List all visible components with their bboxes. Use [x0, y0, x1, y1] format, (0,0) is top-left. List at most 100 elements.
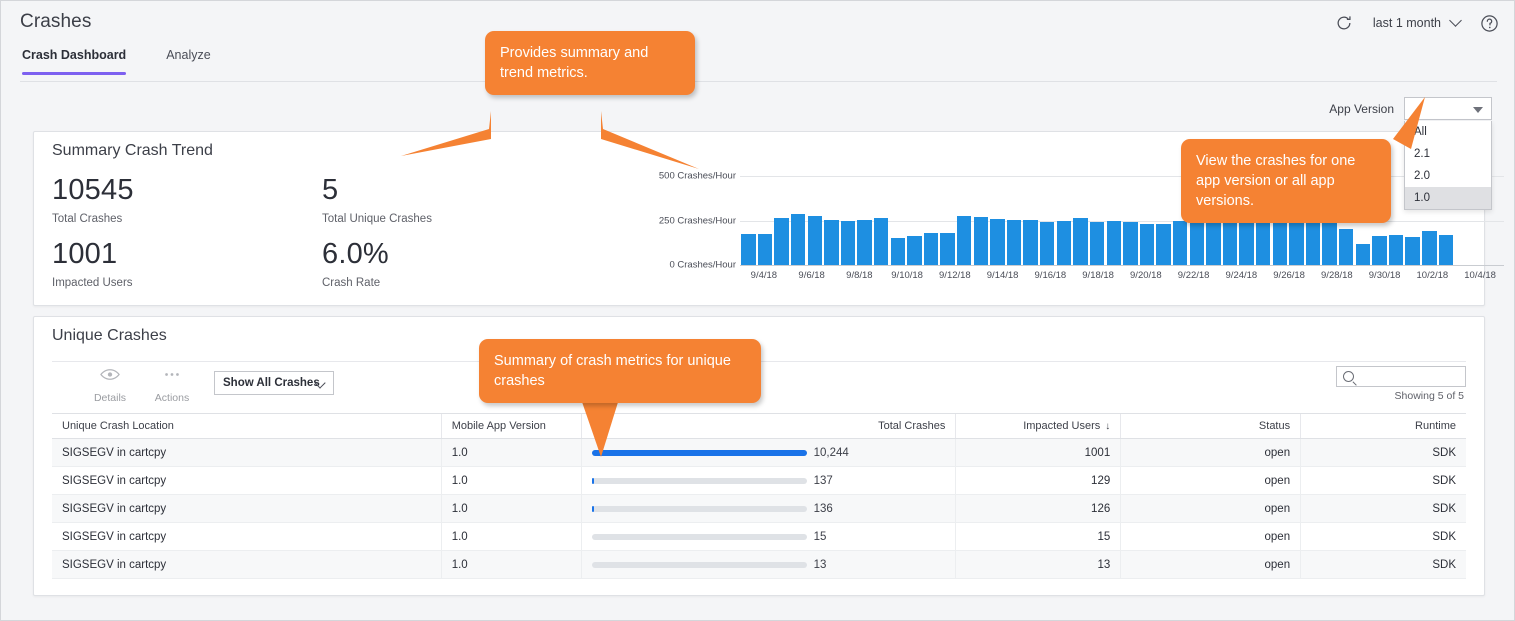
- chart-x-tick: 10/2/18: [1416, 270, 1449, 281]
- chart-x-axis-line: [740, 265, 1504, 266]
- help-icon[interactable]: [1478, 12, 1500, 34]
- table-row[interactable]: SIGSEGV in cartcpy 1.0 137 129 open SDK: [52, 467, 1466, 495]
- cell-runtime: SDK: [1432, 446, 1456, 459]
- chart-bar: [1339, 229, 1354, 265]
- cell-total-crashes: 136: [582, 495, 957, 522]
- column-header-impacted-users[interactable]: Impacted Users ↓: [956, 414, 1122, 438]
- kpi-impacted-users-label: Impacted Users: [52, 277, 133, 289]
- column-header-unique-crash-location[interactable]: Unique Crash Location: [52, 414, 442, 438]
- app-version-option-2-0[interactable]: 2.0: [1405, 165, 1491, 187]
- details-button[interactable]: Details: [82, 368, 138, 404]
- table-row[interactable]: SIGSEGV in cartcpy 1.0 13 13 open SDK: [52, 551, 1466, 579]
- tab-divider: [20, 81, 1497, 82]
- cell-mobile-app-version: 1.0: [442, 551, 582, 578]
- cell-runtime: SDK: [1432, 474, 1456, 487]
- showing-count: Showing 5 of 5: [1394, 390, 1464, 402]
- column-header-mobile-app-version[interactable]: Mobile App Version: [442, 414, 582, 438]
- chart-x-tick: 9/16/18: [1034, 270, 1067, 281]
- callout-summary-tails: [401, 111, 699, 169]
- chart-bar: [824, 219, 839, 265]
- kpi-crash-rate-label: Crash Rate: [322, 277, 381, 289]
- app-version-option-1-0[interactable]: 1.0: [1405, 187, 1491, 209]
- chart-x-tick: 9/18/18: [1082, 270, 1114, 281]
- table-row[interactable]: SIGSEGV in cartcpy 1.0 15 15 open SDK: [52, 523, 1466, 551]
- cell-mobile-app-version: 1.0: [442, 495, 582, 522]
- cell-unique-crash-location: SIGSEGV in cartcpy: [52, 551, 442, 578]
- chart-bar: [1156, 224, 1171, 265]
- total-crashes-bar-track: [591, 534, 807, 540]
- chart-bar: [957, 216, 972, 265]
- show-crashes-filter-value: Show All Crashes: [223, 377, 320, 389]
- tab-analyze[interactable]: Analyze: [164, 48, 212, 75]
- cell-impacted-users: 1001: [956, 439, 1122, 466]
- chart-x-tick: 10/4/18: [1464, 270, 1496, 281]
- cell-runtime: SDK: [1432, 530, 1456, 543]
- callout-unique-tail: [581, 399, 619, 457]
- status-badge: open: [1121, 551, 1302, 578]
- total-crashes-bar-fill: [591, 478, 595, 484]
- cell-unique-crash-location: SIGSEGV in cartcpy: [52, 523, 442, 550]
- table-row[interactable]: SIGSEGV in cartcpy 1.0 136 126 open SDK: [52, 495, 1466, 523]
- actions-label: Actions: [154, 392, 190, 404]
- actions-button[interactable]: Actions: [144, 368, 200, 404]
- total-crashes-value: 136: [813, 502, 833, 515]
- chart-x-tick: 9/12/18: [939, 270, 971, 281]
- eye-icon: [82, 368, 138, 386]
- total-crashes-value: 15: [813, 530, 827, 543]
- chart-bar: [1023, 219, 1038, 265]
- tab-crash-dashboard[interactable]: Crash Dashboard: [20, 48, 128, 75]
- kpi-total-unique-crashes-label: Total Unique Crashes: [322, 213, 432, 225]
- cell-impacted-users: 15: [956, 523, 1122, 550]
- cell-impacted-users: 13: [956, 551, 1122, 578]
- chart-x-tick: 9/4/18: [750, 270, 778, 281]
- sort-desc-icon: ↓: [1105, 420, 1111, 432]
- total-crashes-value: 137: [813, 474, 833, 487]
- chart-bar: [1272, 219, 1288, 265]
- chart-bar: [1123, 222, 1138, 265]
- chart-x-tick: 9/28/18: [1321, 270, 1353, 281]
- time-range-selector[interactable]: last 1 month: [1373, 14, 1462, 30]
- chevron-down-icon: [1449, 14, 1462, 27]
- show-crashes-filter-select[interactable]: Show All Crashes: [214, 371, 334, 395]
- kpi-total-crashes: 10545 Total Crashes: [52, 176, 134, 226]
- chart-x-tick: 9/26/18: [1273, 270, 1305, 281]
- chart-bar: [774, 218, 789, 265]
- refresh-icon[interactable]: [1333, 12, 1355, 34]
- status-badge: open: [1121, 467, 1302, 494]
- cell-unique-crash-location: SIGSEGV in cartcpy: [52, 439, 442, 466]
- total-crashes-value: 13: [813, 558, 827, 571]
- status-badge: open: [1121, 523, 1302, 550]
- tab-bar: Crash Dashboard Analyze: [20, 48, 213, 75]
- column-header-status[interactable]: Status: [1121, 414, 1302, 438]
- caret-down-icon: [1473, 107, 1483, 113]
- chart-bar: [1073, 218, 1088, 265]
- chart-bar: [890, 238, 905, 265]
- total-crashes-bar-track: [591, 478, 807, 484]
- kpi-total-unique-crashes: 5 Total Unique Crashes: [322, 176, 432, 226]
- chart-bar: [1206, 221, 1221, 265]
- total-crashes-bar-track: [591, 506, 807, 512]
- column-header-runtime[interactable]: Runtime: [1301, 414, 1466, 438]
- chart-x-tick: 9/20/18: [1130, 270, 1162, 281]
- callout-unique: Summary of crash metrics for unique cras…: [479, 339, 761, 403]
- chart-bar: [1422, 231, 1437, 265]
- chart-bar: [940, 232, 955, 265]
- status-badge: open: [1121, 495, 1302, 522]
- kpi-impacted-users: 1001 Impacted Users: [52, 238, 133, 290]
- search-input[interactable]: [1359, 367, 1463, 386]
- chart-bar: [907, 235, 922, 265]
- callout-summary: Provides summary and trend metrics.: [485, 31, 695, 95]
- cell-total-crashes: 13: [582, 551, 957, 578]
- cell-runtime: SDK: [1432, 558, 1456, 571]
- crash-dashboard-app: Crashes last 1 month Crash Dashboard Ana…: [0, 0, 1515, 621]
- kpi-impacted-users-value: 1001: [52, 238, 118, 270]
- chart-bar: [990, 219, 1005, 265]
- cell-impacted-users: 126: [956, 495, 1122, 522]
- search-box[interactable]: [1336, 366, 1466, 387]
- chart-bar: [1040, 221, 1055, 265]
- table-row[interactable]: SIGSEGV in cartcpy 1.0 10,244 1001 open SDK: [52, 439, 1466, 467]
- chart-bar: [807, 215, 822, 265]
- unique-crashes-table: Unique Crash Location Mobile App Version…: [52, 413, 1466, 579]
- cell-unique-crash-location: SIGSEGV in cartcpy: [52, 467, 442, 494]
- ellipsis-icon: [144, 368, 200, 386]
